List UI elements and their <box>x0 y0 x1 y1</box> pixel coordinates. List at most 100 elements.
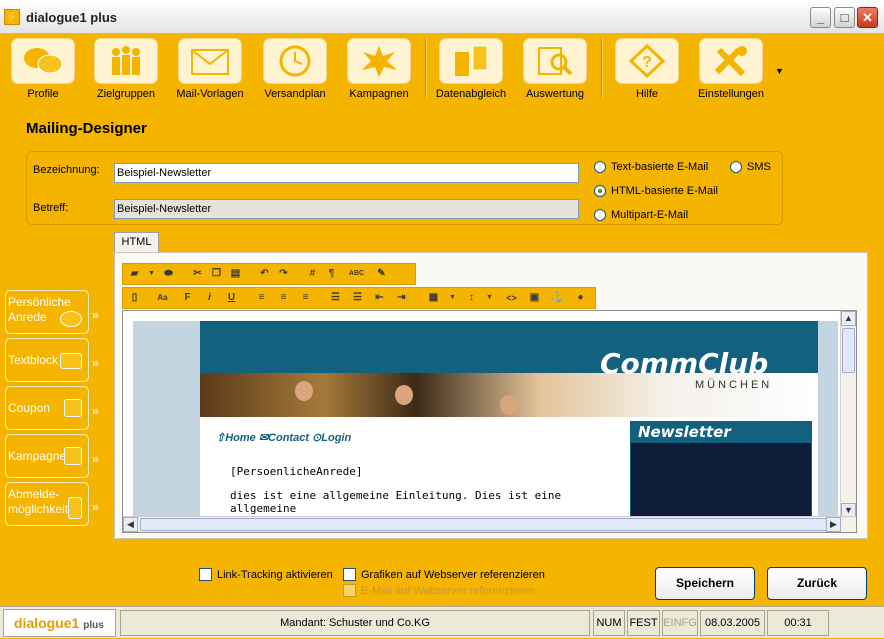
scroll-left-icon[interactable]: ◀ <box>123 517 138 532</box>
radio-sms[interactable]: SMS <box>730 161 771 173</box>
align-center-icon[interactable]: ≡ <box>275 290 292 306</box>
chevron-right-icon: » <box>91 451 99 466</box>
font-icon[interactable]: Aa <box>154 290 171 306</box>
italic-icon[interactable]: i <box>201 290 218 306</box>
table-icon[interactable]: ▦ <box>425 290 442 306</box>
cut-icon[interactable]: ✂ <box>189 266 206 282</box>
save-icon[interactable]: ⬬ <box>160 266 177 282</box>
source-code-icon[interactable]: <> <box>503 290 520 306</box>
html-editor: ▰ ▼ ⬬ ✂ ❐ ▤ ↶ ↷ # ¶ ABC ✎ ▯ Aa F i U ≡ ≡… <box>114 252 868 539</box>
insert-coupon-button[interactable]: Coupon » <box>5 386 99 430</box>
save-button[interactable]: Speichern <box>655 567 755 600</box>
toolbar-zielgruppen-label: Zielgruppen <box>96 88 156 100</box>
tab-html[interactable]: HTML <box>114 232 159 252</box>
scroll-up-icon[interactable]: ▲ <box>841 311 856 326</box>
close-button[interactable]: ✕ <box>857 7 878 28</box>
toolbar-kampagnen-label: Kampagnen <box>349 88 409 100</box>
line-height-icon[interactable]: ↕ <box>463 290 480 306</box>
photo-person <box>395 385 413 405</box>
chevron-right-icon: » <box>91 307 99 322</box>
horizontal-scroll-thumb[interactable] <box>140 518 830 531</box>
vertical-scroll-thumb[interactable] <box>842 328 855 373</box>
html-content-area[interactable]: CommClub MÜNCHEN ⇧Home ✉Contact ⊙Login N… <box>122 310 857 533</box>
side-button-label: Persönliche <box>8 295 71 309</box>
chevron-right-icon: » <box>91 499 99 514</box>
indent-icon[interactable]: ⇥ <box>393 290 410 306</box>
link-tracking-checkbox[interactable]: Link-Tracking aktivieren <box>199 568 333 581</box>
image-icon[interactable]: ▣ <box>526 290 543 306</box>
insert-abmeldemoeglichkeit-button[interactable]: Abmelde- möglichkeit » <box>5 482 99 526</box>
main-toolbar: Profile Zielgruppen Mail-Vorlagen Versan… <box>0 34 884 102</box>
radio-text-email-label: Text-basierte E-Mail <box>611 161 709 173</box>
email-webserver-label: E-Mail auf Webserver referenzieren <box>361 584 535 597</box>
toolbar-zielgruppen-button[interactable]: Zielgruppen <box>86 34 166 102</box>
chevron-right-icon: » <box>91 355 99 370</box>
radio-indicator <box>730 161 742 173</box>
toolbar-datenabgleich-button[interactable]: Datenabgleich <box>431 34 511 102</box>
align-left-icon[interactable]: ≡ <box>253 290 270 306</box>
insert-kampagne-button[interactable]: Kampagne » <box>5 434 99 478</box>
bold-icon[interactable]: F <box>179 290 196 306</box>
newsletter-nav-links[interactable]: ⇧Home ✉Contact ⊙Login <box>216 431 351 444</box>
campaign-icon <box>347 38 411 84</box>
toolbar-hilfe-button[interactable]: ? Hilfe <box>607 34 687 102</box>
back-button[interactable]: Zurück <box>767 567 867 600</box>
toolbar-auswertung-button[interactable]: Auswertung <box>515 34 595 102</box>
comment-icon[interactable]: ● <box>572 290 589 306</box>
toolbar-datenabgleich-label: Datenabgleich <box>435 88 507 100</box>
minimize-button[interactable]: _ <box>810 7 831 28</box>
chevron-right-icon: » <box>91 403 99 418</box>
table-dropdown-chevron-icon[interactable]: ▼ <box>444 290 461 306</box>
toolbar-versandplan-button[interactable]: Versandplan <box>255 34 335 102</box>
radio-multipart-email[interactable]: Multipart-E-Mail <box>594 209 688 221</box>
text-block-icon <box>60 353 82 369</box>
betreff-input[interactable]: Beispiel-Newsletter <box>114 199 579 219</box>
toolbar-einstellungen-button[interactable]: Einstellungen <box>691 34 771 102</box>
paste-icon[interactable]: ▤ <box>227 266 244 282</box>
maximize-button[interactable]: □ <box>834 7 855 28</box>
document-icon[interactable]: ▯ <box>126 290 143 306</box>
anchor-icon[interactable]: ⚓ <box>549 290 566 306</box>
magic-wand-icon[interactable]: ✎ <box>373 266 390 282</box>
vertical-scrollbar[interactable]: ▲ ▼ <box>840 311 856 518</box>
photo-person <box>500 395 518 415</box>
insert-persoenliche-anrede-button[interactable]: Persönliche Anrede » <box>5 290 99 334</box>
redo-icon[interactable]: ↷ <box>275 266 292 282</box>
status-fest: FEST <box>627 610 660 636</box>
bullet-list-icon[interactable]: ☰ <box>349 290 366 306</box>
app-logo-icon: ⚡ <box>4 9 20 25</box>
logo-subtext: plus <box>83 620 104 631</box>
grafiken-webserver-checkbox[interactable]: Grafiken auf Webserver referenzieren <box>343 568 545 581</box>
radio-text-email[interactable]: Text-basierte E-Mail <box>594 161 708 173</box>
status-date: 08.03.2005 <box>700 610 765 636</box>
grid-icon[interactable]: # <box>304 266 321 282</box>
line-height-dropdown-chevron-icon[interactable]: ▼ <box>481 290 498 306</box>
toolbar-profile-label: Profile <box>27 88 59 100</box>
newsletter-brand: CommClub <box>600 347 769 380</box>
outdent-icon[interactable]: ⇤ <box>371 290 388 306</box>
mail-templates-icon <box>178 38 242 84</box>
undo-icon[interactable]: ↶ <box>256 266 273 282</box>
coupon-icon <box>64 399 82 417</box>
betreff-label: Betreff: <box>33 202 69 214</box>
toolbar-kampagnen-button[interactable]: Kampagnen <box>339 34 419 102</box>
toolbar-profile-button[interactable]: Profile <box>3 34 83 102</box>
application-window: ⚡ dialogue1 plus _ □ ✕ Profile Zielgrupp… <box>0 0 884 638</box>
open-dropdown-chevron-icon[interactable]: ▼ <box>143 266 160 282</box>
underline-icon[interactable]: U <box>223 290 240 306</box>
scroll-right-icon[interactable]: ▶ <box>826 517 841 532</box>
numbered-list-icon[interactable]: ☰ <box>327 290 344 306</box>
open-folder-icon[interactable]: ▰ <box>126 266 143 282</box>
toolbar-auswertung-label: Auswertung <box>525 88 585 100</box>
paragraph-marks-icon[interactable]: ¶ <box>323 266 340 282</box>
copy-icon[interactable]: ❐ <box>208 266 225 282</box>
insert-textblock-button[interactable]: Textblock » <box>5 338 99 382</box>
radio-html-email[interactable]: HTML-basierte E-Mail <box>594 185 718 197</box>
spellcheck-icon[interactable]: ABC <box>348 266 365 282</box>
align-right-icon[interactable]: ≡ <box>297 290 314 306</box>
toolbar-more-chevron-icon[interactable]: ▼ <box>775 66 784 76</box>
toolbar-mail-vorlagen-button[interactable]: Mail-Vorlagen <box>170 34 250 102</box>
dialogue1-logo: dialogue1 plus <box>3 609 116 637</box>
horizontal-scrollbar[interactable]: ◀ ▶ <box>123 516 856 532</box>
bezeichnung-input[interactable]: Beispiel-Newsletter <box>114 163 579 183</box>
